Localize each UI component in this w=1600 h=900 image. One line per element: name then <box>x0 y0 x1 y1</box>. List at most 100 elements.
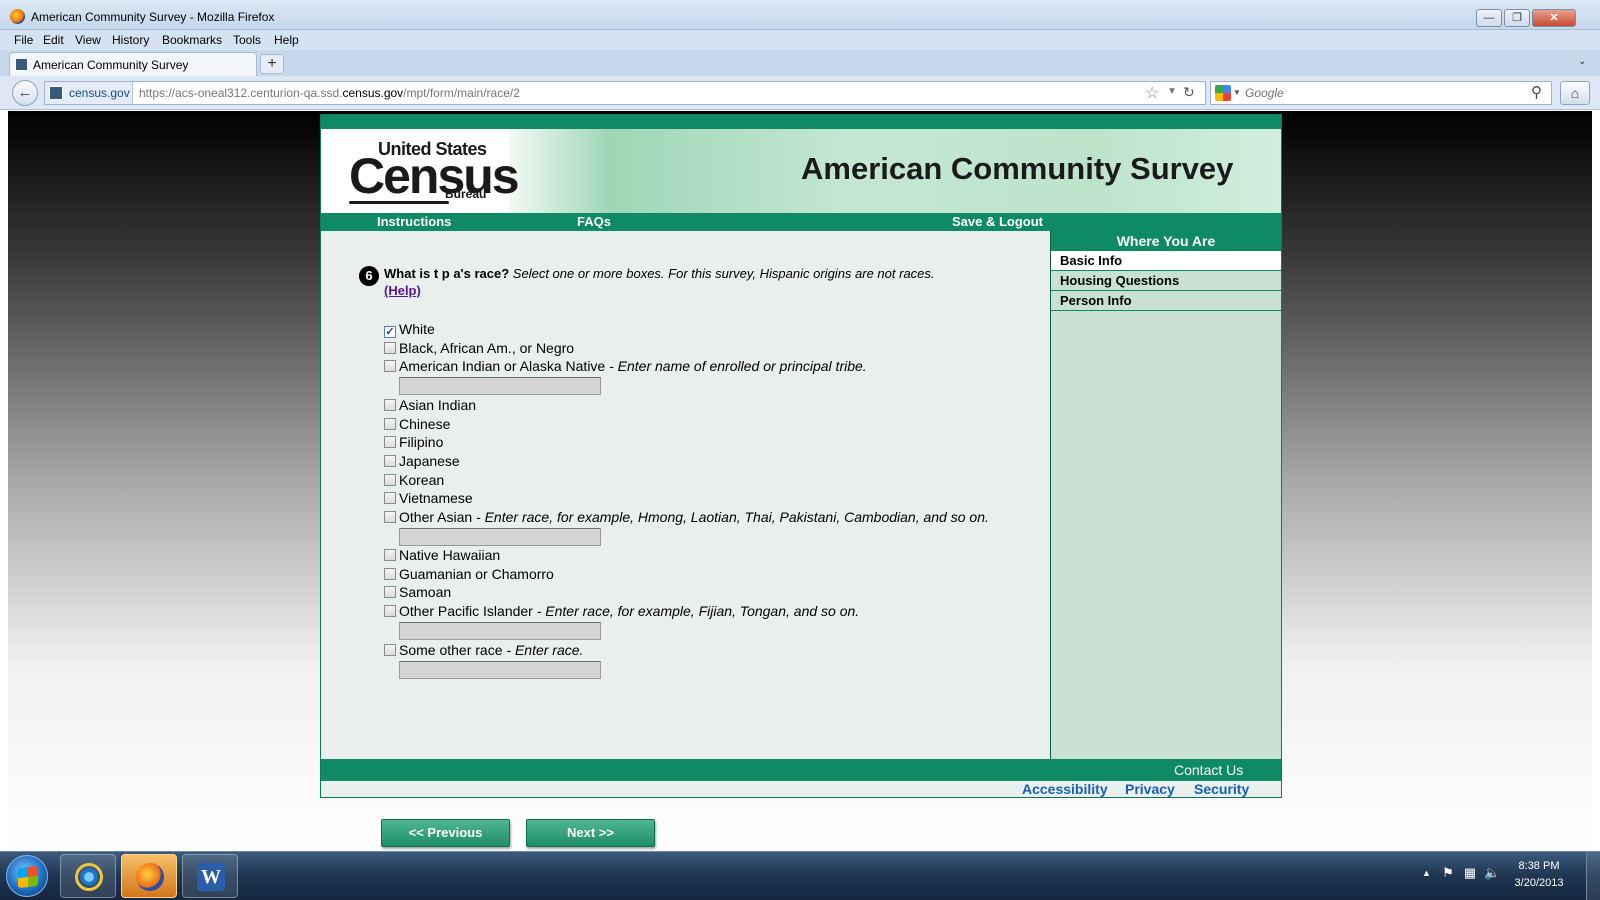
option-japanese[interactable]: Japanese <box>384 453 460 469</box>
option-korean[interactable]: Korean <box>384 472 444 488</box>
show-hidden-icons-icon[interactable]: ▲ <box>1422 868 1431 878</box>
option-other-asian[interactable]: Other Asian - Enter race, for example, H… <box>384 509 989 525</box>
close-window-button[interactable]: ✕ <box>1532 9 1576 27</box>
checkbox-asian-indian[interactable] <box>384 399 396 411</box>
option-filipino[interactable]: Filipino <box>384 434 443 450</box>
reload-icon[interactable]: ↻ <box>1183 84 1195 101</box>
action-center-flag-icon[interactable]: ⚑ <box>1440 865 1456 881</box>
home-button[interactable]: ⌂ <box>1560 81 1590 105</box>
option-asian-indian[interactable]: Asian Indian <box>384 397 476 413</box>
tab-bar: American Community Survey + ⌄ <box>0 50 1600 76</box>
privacy-link[interactable]: Privacy <box>1125 781 1175 797</box>
tab-american-community-survey[interactable]: American Community Survey <box>9 52 257 76</box>
option-some-other-race[interactable]: Some other race - Enter race. <box>384 642 583 658</box>
search-bar: ▼ ⚲ <box>1210 81 1552 105</box>
menu-edit[interactable]: Edit <box>43 33 64 47</box>
bookmark-star-icon[interactable]: ☆ <box>1145 83 1159 103</box>
option-white[interactable]: ✓ White <box>384 321 435 338</box>
volume-icon[interactable]: 🔈 <box>1484 865 1500 881</box>
option-guamanian[interactable]: Guamanian or Chamorro <box>384 566 554 582</box>
tab-label: American Community Survey <box>33 58 189 72</box>
network-icon[interactable]: ▦ <box>1462 865 1478 881</box>
list-all-tabs-icon[interactable]: ⌄ <box>1578 56 1586 67</box>
census-favicon-icon <box>15 58 28 71</box>
clock-time: 8:38 PM <box>1518 860 1560 872</box>
url-history-dropdown-icon[interactable]: ▼ <box>1167 86 1177 97</box>
instructions-link[interactable]: Instructions <box>377 214 451 229</box>
checkbox-some-other-race[interactable] <box>384 644 396 656</box>
contact-us-link[interactable]: Contact Us <box>1174 762 1243 778</box>
checkbox-korean[interactable] <box>384 474 396 486</box>
system-tray: ▲ ⚑ ▦ 🔈 8:38 PM 3/20/2013 <box>1418 852 1600 900</box>
minimize-button[interactable]: — <box>1476 9 1502 27</box>
clock[interactable]: 8:38 PM 3/20/2013 <box>1504 858 1574 892</box>
option-instruction: - Enter race. <box>502 642 584 658</box>
save-logout-link[interactable]: Save & Logout <box>952 214 1043 229</box>
checkbox-native-hawaiian[interactable] <box>384 549 396 561</box>
windows-logo-icon <box>18 865 38 889</box>
search-input[interactable] <box>1245 84 1525 102</box>
checkbox-vietnamese[interactable] <box>384 492 396 504</box>
option-native-hawaiian[interactable]: Native Hawaiian <box>384 547 500 563</box>
previous-button[interactable]: << Previous <box>381 819 510 847</box>
where-you-are-sidebar: Where You Are Basic Info Housing Questio… <box>1050 231 1281 759</box>
menu-view[interactable]: View <box>75 33 101 47</box>
sidebar-item-person-info[interactable]: Person Info <box>1051 291 1281 311</box>
menu-bar: File Edit View History Bookmarks Tools H… <box>0 30 1600 50</box>
back-button[interactable]: ← <box>12 80 38 106</box>
option-label: Asian Indian <box>399 397 477 413</box>
option-american-indian[interactable]: American Indian or Alaska Native - Enter… <box>384 358 867 374</box>
checkbox-black[interactable] <box>384 342 396 354</box>
taskbar-word[interactable]: W <box>182 854 238 898</box>
checkbox-samoan[interactable] <box>384 586 396 598</box>
option-samoan[interactable]: Samoan <box>384 584 451 600</box>
option-other-pacific-islander[interactable]: Other Pacific Islander - Enter race, for… <box>384 603 859 619</box>
checkbox-american-indian[interactable] <box>384 360 396 372</box>
question-text: What is t p a's race? <box>384 266 510 281</box>
checkbox-filipino[interactable] <box>384 436 396 448</box>
option-black[interactable]: Black, African Am., or Negro <box>384 340 574 356</box>
site-identity-button[interactable]: census.gov <box>45 82 133 104</box>
option-chinese[interactable]: Chinese <box>384 416 450 432</box>
option-vietnamese[interactable]: Vietnamese <box>384 490 473 506</box>
faqs-link[interactable]: FAQs <box>577 214 611 229</box>
url-bar[interactable]: census.gov https://acs-oneal312.centurio… <box>44 81 1206 105</box>
menu-help[interactable]: Help <box>274 33 299 47</box>
menu-tools[interactable]: Tools <box>233 33 261 47</box>
help-link[interactable]: (Help) <box>384 283 421 298</box>
menu-file[interactable]: File <box>14 33 33 47</box>
restore-button[interactable]: ❐ <box>1504 9 1530 27</box>
some-other-race-field[interactable] <box>399 661 601 679</box>
google-engine-icon[interactable] <box>1215 85 1231 101</box>
next-button[interactable]: Next >> <box>526 819 655 847</box>
sidebar-item-housing-questions[interactable]: Housing Questions <box>1051 271 1281 291</box>
checkbox-japanese[interactable] <box>384 455 396 467</box>
navigation-bar: ← census.gov https://acs-oneal312.centur… <box>0 76 1600 110</box>
accessibility-link[interactable]: Accessibility <box>1022 781 1108 797</box>
url-text[interactable]: https://acs-oneal312.centurion-qa.ssd.ce… <box>139 86 520 100</box>
menu-bookmarks[interactable]: Bookmarks <box>162 33 222 47</box>
checkbox-guamanian[interactable] <box>384 568 396 580</box>
menu-history[interactable]: History <box>112 33 149 47</box>
other-pacific-islander-field[interactable] <box>399 622 601 640</box>
security-link[interactable]: Security <box>1194 781 1249 797</box>
checkbox-white[interactable]: ✓ <box>384 326 396 338</box>
checkbox-other-pacific-islander[interactable] <box>384 605 396 617</box>
start-button[interactable] <box>6 855 48 897</box>
other-asian-field[interactable] <box>399 528 601 546</box>
show-desktop-button[interactable] <box>1586 852 1600 900</box>
taskbar-firefox[interactable] <box>121 854 177 898</box>
search-go-icon[interactable]: ⚲ <box>1531 83 1542 101</box>
firefox-icon <box>136 863 164 891</box>
option-label: Japanese <box>399 453 460 469</box>
url-domain: census.gov <box>342 86 404 100</box>
sidebar-item-basic-info[interactable]: Basic Info <box>1051 251 1281 271</box>
new-tab-button[interactable]: + <box>260 54 284 74</box>
engine-dropdown-icon[interactable]: ▼ <box>1233 88 1241 97</box>
option-label: Black, African Am., or Negro <box>399 340 575 356</box>
checkbox-chinese[interactable] <box>384 418 396 430</box>
tribe-name-field[interactable] <box>399 377 601 395</box>
taskbar-internet-explorer[interactable] <box>60 854 116 898</box>
window-titlebar: American Community Survey - Mozilla Fire… <box>0 0 1600 30</box>
checkbox-other-asian[interactable] <box>384 511 396 523</box>
